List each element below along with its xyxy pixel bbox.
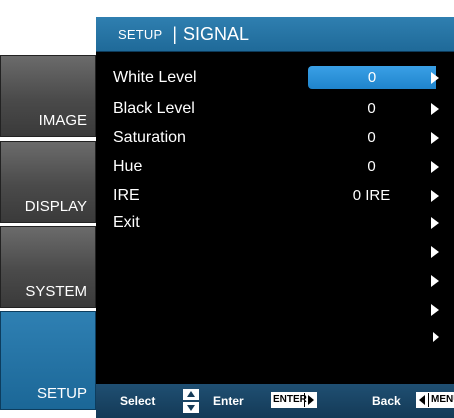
nav-item-label: SYSTEM: [25, 283, 87, 300]
enter-key-icon: ENTER: [271, 392, 317, 408]
row-value[interactable]: 0: [306, 129, 437, 146]
play-left-icon: [419, 395, 425, 405]
row-value[interactable]: 0: [306, 158, 437, 175]
row-empty: [96, 240, 454, 265]
row-label: Black Level: [113, 100, 195, 117]
menu-key-icon: MENU: [416, 392, 454, 408]
nav-item-image[interactable]: IMAGE: [0, 55, 96, 137]
row-value[interactable]: 0: [308, 66, 436, 89]
row-label: Saturation: [113, 129, 186, 146]
nav-item-label: SETUP: [36, 385, 87, 402]
row-hue[interactable]: Hue 0: [96, 155, 454, 180]
side-nav: IMAGE DISPLAY SYSTEM SETUP: [0, 55, 96, 410]
row-empty: [96, 269, 454, 294]
nav-item-setup[interactable]: SETUP: [0, 311, 96, 410]
footer-back-label: Back: [372, 394, 401, 408]
arrow-right-icon[interactable]: [431, 161, 439, 173]
row-saturation[interactable]: Saturation 0: [96, 126, 454, 151]
row-label: Exit: [113, 214, 140, 231]
arrow-right-icon[interactable]: [431, 217, 439, 229]
menu-key-label: MENU: [431, 394, 454, 405]
nav-item-label: IMAGE: [38, 112, 87, 129]
arrow-right-icon[interactable]: [433, 332, 439, 342]
signal-settings-list: White Level 0 Black Level 0 Saturation 0…: [96, 66, 454, 342]
enter-key-label: ENTER: [273, 394, 307, 405]
row-label: IRE: [113, 187, 140, 204]
footer-select-label: Select: [120, 394, 156, 408]
up-down-arrows-icon: [183, 389, 199, 413]
title-separator: |: [172, 23, 178, 44]
arrow-right-icon[interactable]: [431, 132, 439, 144]
row-black-level[interactable]: Black Level 0: [96, 97, 454, 122]
nav-item-system[interactable]: SYSTEM: [0, 226, 96, 308]
row-exit[interactable]: Exit: [96, 211, 454, 236]
arrow-right-icon[interactable]: [431, 246, 439, 258]
arrow-right-icon[interactable]: [431, 72, 439, 84]
arrow-right-icon[interactable]: [431, 304, 439, 316]
title-bar: SETUP | SIGNAL: [96, 17, 454, 52]
row-value[interactable]: 0: [306, 100, 437, 117]
row-label: White Level: [113, 69, 197, 86]
footer-hint-bar: Select Enter ENTER Back MENU: [96, 384, 454, 418]
arrow-right-icon[interactable]: [431, 103, 439, 115]
title-page: SIGNAL: [183, 23, 250, 44]
row-label: Hue: [113, 158, 143, 175]
footer-enter-label: Enter: [213, 394, 244, 408]
title-section: SETUP: [118, 26, 163, 42]
row-ire[interactable]: IRE 0 IRE: [96, 184, 454, 209]
nav-item-display[interactable]: DISPLAY: [0, 141, 96, 223]
nav-item-label: DISPLAY: [24, 198, 87, 215]
arrow-right-icon[interactable]: [431, 275, 439, 287]
row-empty: [96, 298, 454, 323]
play-right-icon: [308, 395, 314, 405]
arrow-right-icon[interactable]: [431, 190, 439, 202]
row-white-level[interactable]: White Level 0: [96, 66, 454, 91]
row-empty: [96, 325, 454, 350]
row-value[interactable]: 0 IRE: [306, 187, 437, 204]
